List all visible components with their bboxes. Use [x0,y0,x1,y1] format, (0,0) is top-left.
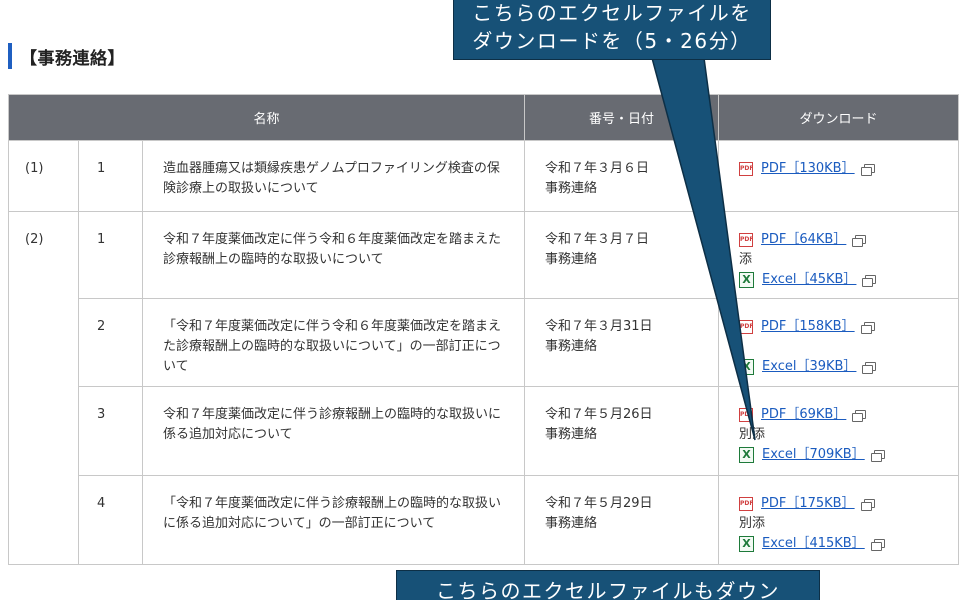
callout-bottom-line1: こちらのエクセルファイルもダウン [436,579,780,600]
callout-pointer-arrow [651,57,756,441]
callout-pointer-shape [651,57,756,441]
annotation-callout-top: こちらのエクセルファイルを ダウンロードを（5・26分） [453,0,771,60]
callout-top-line2: ダウンロードを（5・26分） [472,29,752,53]
callout-top-line1: こちらのエクセルファイルを [472,1,752,25]
annotation-callout-bottom: こちらのエクセルファイルもダウン [396,570,820,600]
